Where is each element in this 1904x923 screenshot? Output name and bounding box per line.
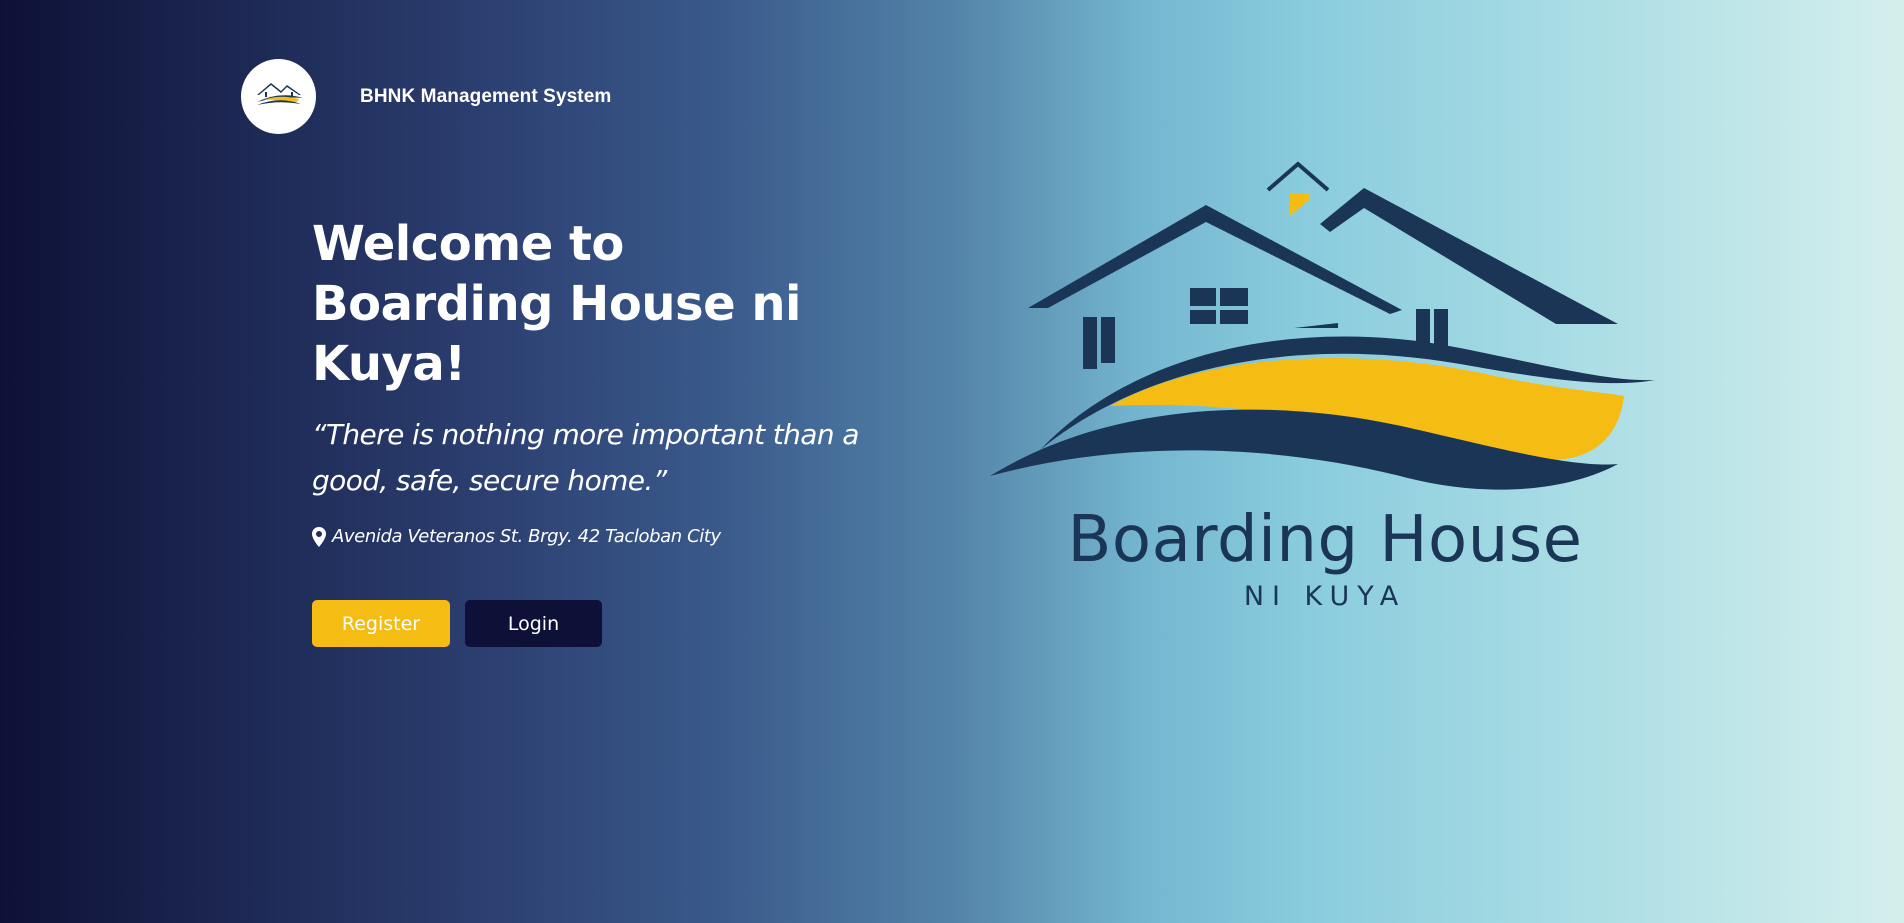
logo-text-sub: NI KUYA [1243,581,1407,612]
address-text: Avenida Veteranos St. Brgy. 42 Tacloban … [332,526,721,547]
map-pin-icon [312,526,326,547]
welcome-heading: Welcome to Boarding House ni Kuya! [312,216,801,392]
boarding-house-logo: Boarding House NI KUYA [990,160,1660,612]
brand-logo[interactable] [241,59,316,134]
register-button[interactable]: Register [312,600,450,647]
cta-buttons: Register Login [312,600,872,647]
hero-section: Welcome to Boarding House ni Kuya! “Ther… [312,214,872,647]
house-logo-icon [990,161,1655,490]
house-logo-icon [256,82,303,105]
logo-text-main: Boarding House [1067,503,1583,577]
brand-header: BHNK Management System [241,59,611,134]
app-title: BHNK Management System [360,85,612,107]
hero-quote: “There is nothing more important than a … [312,418,859,497]
address-line: Avenida Veteranos St. Brgy. 42 Tacloban … [312,526,872,547]
login-button[interactable]: Login [465,600,602,647]
